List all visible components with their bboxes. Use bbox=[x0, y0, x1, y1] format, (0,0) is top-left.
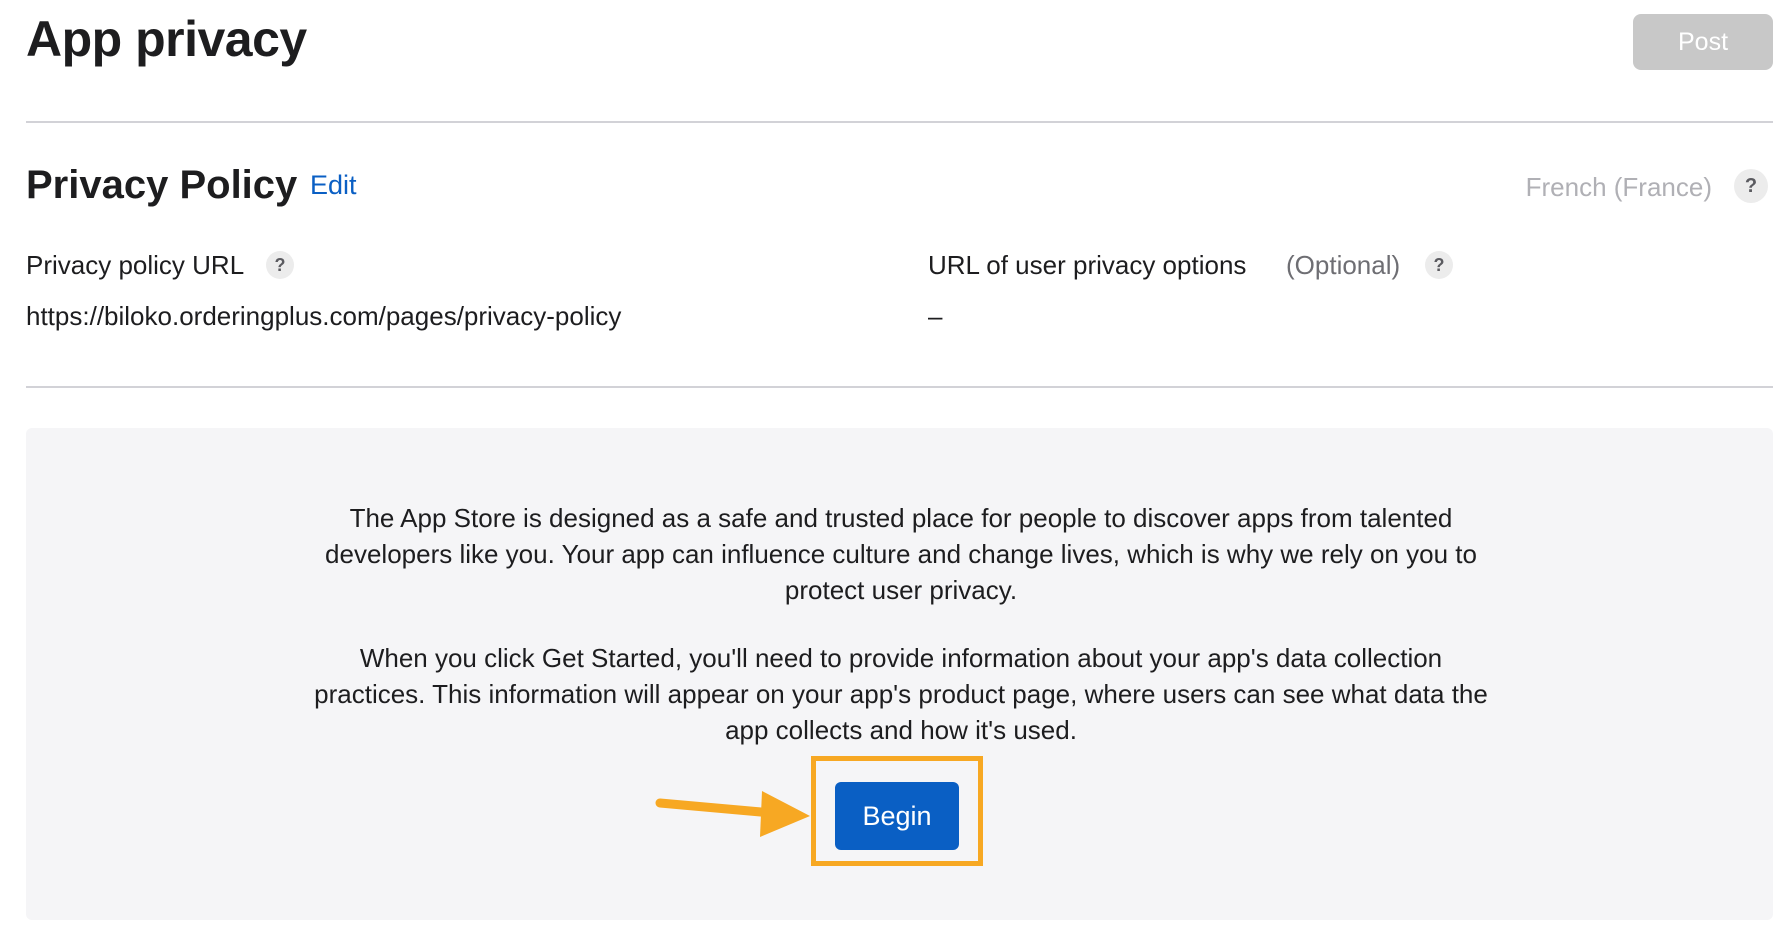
begin-button[interactable]: Begin bbox=[835, 782, 959, 850]
help-icon[interactable]: ? bbox=[266, 251, 294, 279]
privacy-policy-url-value: https://biloko.orderingplus.com/pages/pr… bbox=[26, 301, 622, 331]
info-paragraph-2: When you click Get Started, you'll need … bbox=[314, 643, 1488, 745]
help-icon[interactable]: ? bbox=[1425, 251, 1453, 279]
divider bbox=[26, 121, 1773, 123]
post-button[interactable]: Post bbox=[1633, 14, 1773, 70]
help-icon[interactable]: ? bbox=[1734, 169, 1768, 203]
arrow-right-icon bbox=[655, 791, 810, 837]
app-privacy-page: App privacy Post Privacy Policy Edit Fre… bbox=[0, 0, 1786, 938]
language-selector[interactable]: French (France) bbox=[1526, 172, 1712, 203]
optional-label: (Optional) bbox=[1286, 250, 1401, 280]
privacy-choices-url-label: URL of user privacy options bbox=[928, 250, 1247, 280]
divider bbox=[26, 386, 1773, 388]
info-paragraph-1: The App Store is designed as a safe and … bbox=[325, 503, 1477, 605]
edit-link[interactable]: Edit bbox=[310, 170, 357, 201]
page-title: App privacy bbox=[26, 11, 307, 67]
privacy-choices-url-value: – bbox=[928, 301, 943, 331]
info-panel: The App Store is designed as a safe and … bbox=[26, 428, 1773, 920]
section-title-privacy-policy: Privacy Policy bbox=[26, 163, 298, 207]
privacy-policy-url-label: Privacy policy URL bbox=[26, 250, 245, 280]
